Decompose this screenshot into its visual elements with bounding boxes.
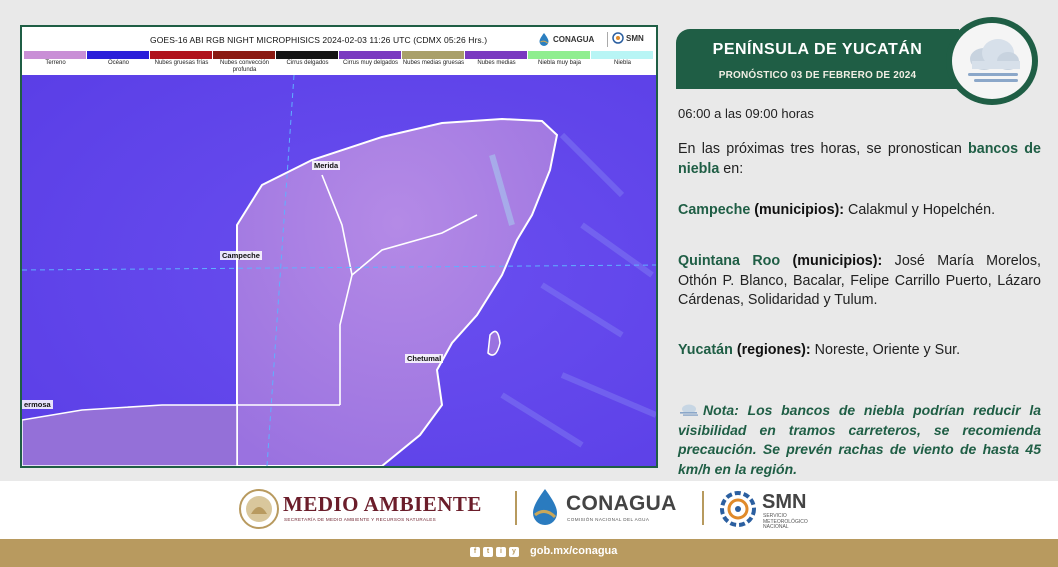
state-name-campeche: Campeche bbox=[678, 202, 751, 218]
legend-label: Océano bbox=[107, 60, 129, 66]
satellite-image bbox=[22, 75, 656, 466]
area-kind-quintana-roo: (municipios): bbox=[792, 253, 883, 269]
legend-label: Terreno bbox=[45, 60, 66, 66]
legend-label: Nubes gruesas frías bbox=[154, 60, 209, 66]
forecast-note: Nota: Los bancos de niebla podrían reduc… bbox=[678, 401, 1041, 479]
footer-logos: MEDIO AMBIENTE SECRETARÍA DE MEDIO AMBIE… bbox=[0, 481, 1058, 539]
conagua-subtitle: COMISIÓN NACIONAL DEL AGUA bbox=[567, 517, 650, 522]
legend-swatch bbox=[276, 51, 339, 59]
legend-item: Nubes medias bbox=[465, 51, 528, 73]
state-name-quintana-roo: Quintana Roo bbox=[678, 253, 781, 269]
smn-footer-logo-text: SMN bbox=[762, 491, 807, 513]
legend-label: Cirrus delgados bbox=[286, 60, 329, 66]
city-label-hermosa: ermosa bbox=[22, 400, 53, 409]
legend-item: Cirrus muy delgados bbox=[339, 51, 402, 73]
legend-item: Nubes medias gruesas bbox=[402, 51, 465, 73]
legend-label: Niebla bbox=[613, 60, 631, 66]
smn-logo: SMN bbox=[612, 32, 644, 44]
forecast-date: PRONÓSTICO 03 DE FEBRERO DE 2024 bbox=[718, 70, 917, 81]
weather-icon-container bbox=[952, 23, 1032, 99]
city-label-chetumal: Chetumal bbox=[405, 354, 444, 363]
satellite-legend: Terreno Océano Nubes gruesas frías Nubes… bbox=[24, 51, 654, 73]
social-icons: f t i y bbox=[470, 547, 519, 557]
legend-item: Niebla bbox=[591, 51, 654, 73]
legend-swatch bbox=[465, 51, 528, 59]
smn-subtitle: SERVICIO METEOROLÓGICO NACIONAL bbox=[763, 513, 808, 530]
youtube-icon[interactable]: y bbox=[509, 547, 519, 557]
places-yucatan: Noreste, Oriente y Sur. bbox=[814, 342, 961, 358]
region-banner: PENÍNSULA DE YUCATÁN PRONÓSTICO 03 DE FE… bbox=[676, 29, 959, 89]
fog-small-icon bbox=[680, 404, 698, 416]
footer-separator bbox=[515, 491, 517, 525]
legend-swatch bbox=[213, 51, 276, 59]
legend-swatch bbox=[150, 51, 213, 59]
time-range: 06:00 a las 09:00 horas bbox=[678, 106, 814, 121]
forecast-quintana-roo: Quintana Roo (municipios): José María Mo… bbox=[678, 252, 1041, 311]
legend-item: Océano bbox=[87, 51, 150, 73]
forecast-campeche: Campeche (municipios): Calakmul y Hopelc… bbox=[678, 201, 1041, 221]
places-campeche: Calakmul y Hopelchén. bbox=[848, 202, 996, 218]
fog-cloud-icon bbox=[968, 39, 1020, 82]
smn-spiral-icon bbox=[612, 32, 624, 44]
conagua-logo-text: CONAGUA bbox=[553, 34, 595, 44]
legend-swatch bbox=[528, 51, 591, 59]
smn-spiral-icon bbox=[720, 491, 756, 527]
header-separator bbox=[607, 32, 608, 47]
site-url-link[interactable]: gob.mx/conagua bbox=[530, 545, 617, 557]
region-title: PENÍNSULA DE YUCATÁN bbox=[712, 41, 923, 58]
forecast-yucatan: Yucatán (regiones): Noreste, Oriente y S… bbox=[678, 341, 1041, 361]
legend-label: Niebla muy baja bbox=[537, 60, 582, 66]
smn-logo-text: SMN bbox=[626, 33, 644, 43]
conagua-drop-icon bbox=[533, 489, 557, 525]
map-header: GOES-16 ABI RGB NIGHT MICROPHISICS 2024-… bbox=[22, 27, 656, 75]
legend-swatch bbox=[591, 51, 654, 59]
legend-label: Nubes medias bbox=[477, 60, 516, 66]
area-kind-yucatan: (regiones): bbox=[736, 342, 811, 358]
conagua-footer-logo-text: CONAGUA bbox=[566, 492, 677, 515]
note-label: Nota: bbox=[703, 402, 739, 418]
legend-swatch bbox=[402, 51, 465, 59]
footer-separator bbox=[702, 491, 704, 525]
legend-item: Nubes convección profunda bbox=[213, 51, 276, 73]
legend-label: Nubes convección profunda bbox=[219, 60, 270, 73]
legend-label: Cirrus muy delgados bbox=[342, 60, 399, 66]
weather-icon-badge bbox=[946, 17, 1038, 105]
instagram-icon[interactable]: i bbox=[496, 547, 506, 557]
twitter-icon[interactable]: t bbox=[483, 547, 493, 557]
legend-item: Terreno bbox=[24, 51, 87, 73]
footer-bar: f t i y gob.mx/conagua bbox=[0, 539, 1058, 567]
legend-item: Niebla muy baja bbox=[528, 51, 591, 73]
medio-ambiente-subtitle: SECRETARÍA DE MEDIO AMBIENTE Y RECURSOS … bbox=[284, 517, 436, 522]
medio-ambiente-logo-text: MEDIO AMBIENTE bbox=[283, 492, 482, 516]
legend-swatch bbox=[87, 51, 150, 59]
intro-end: en: bbox=[719, 160, 744, 177]
area-kind-campeche: (municipios): bbox=[754, 202, 845, 218]
legend-label: Nubes medias gruesas bbox=[402, 60, 465, 66]
legend-item: Cirrus delgados bbox=[276, 51, 339, 73]
conagua-logo: CONAGUA bbox=[538, 32, 594, 46]
city-label-merida: Merida bbox=[312, 161, 341, 170]
legend-swatch bbox=[339, 51, 402, 59]
legend-swatch bbox=[24, 51, 87, 59]
satellite-title: GOES-16 ABI RGB NIGHT MICROPHISICS 2024-… bbox=[150, 35, 488, 45]
satellite-map-panel: GOES-16 ABI RGB NIGHT MICROPHISICS 2024-… bbox=[20, 25, 658, 468]
intro-text: En las próximas tres horas, se pronostic… bbox=[678, 141, 969, 157]
legend-item: Nubes gruesas frías bbox=[150, 51, 213, 73]
water-drop-icon bbox=[539, 33, 549, 46]
facebook-icon[interactable]: f bbox=[470, 547, 480, 557]
mexico-seal-icon bbox=[239, 489, 279, 529]
state-name-yucatan: Yucatán bbox=[678, 342, 733, 358]
city-label-campeche: Campeche bbox=[220, 251, 262, 260]
forecast-intro: En las próximas tres horas, se pronostic… bbox=[678, 140, 1041, 179]
